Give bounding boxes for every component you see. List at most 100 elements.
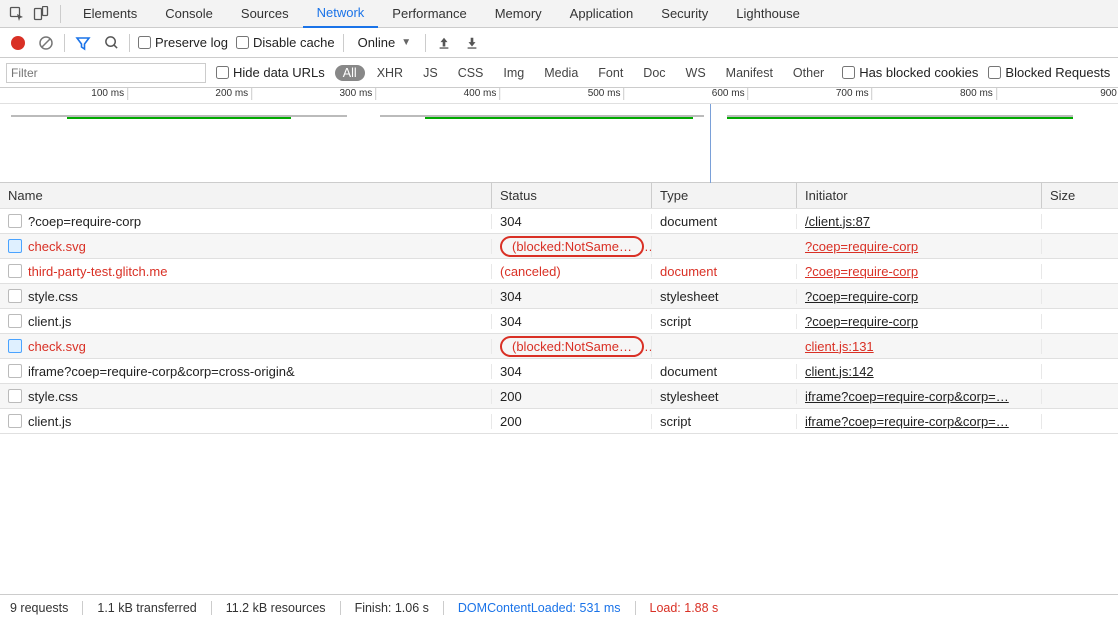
table-header: Name Status Type Initiator Size xyxy=(0,183,1118,209)
status-transferred: 1.1 kB transferred xyxy=(97,601,196,615)
filter-chip-xhr[interactable]: XHR xyxy=(369,65,411,81)
request-name: style.css xyxy=(28,389,78,404)
table-row[interactable]: style.css304stylesheet?coep=require-corp xyxy=(0,284,1118,309)
request-type: document xyxy=(652,264,797,279)
timeline-ticks: 100 ms200 ms300 ms400 ms500 ms600 ms700 … xyxy=(0,88,1118,104)
network-toolbar: Preserve log Disable cache Online ▼ xyxy=(0,28,1118,58)
col-size[interactable]: Size xyxy=(1042,183,1118,208)
initiator-link[interactable]: ?coep=require-corp xyxy=(805,239,918,254)
filter-toggle-icon[interactable] xyxy=(73,33,93,53)
timeline-tick: 400 ms xyxy=(464,88,497,99)
timeline-tick: 200 ms xyxy=(215,88,248,99)
table-row[interactable]: check.svg(blocked:NotSame…?coep=require-… xyxy=(0,234,1118,259)
tab-lighthouse[interactable]: Lighthouse xyxy=(722,0,814,28)
tab-performance[interactable]: Performance xyxy=(378,0,480,28)
table-row[interactable]: style.css200stylesheetiframe?coep=requir… xyxy=(0,384,1118,409)
blocked-requests-checkbox[interactable]: Blocked Requests xyxy=(988,65,1110,80)
request-status: 304 xyxy=(492,314,652,329)
preserve-log-label: Preserve log xyxy=(155,35,228,50)
hide-data-urls-label: Hide data URLs xyxy=(233,65,325,80)
type-filter-chips: AllXHRJSCSSImgMediaFontDoc WSManifestOthe… xyxy=(335,65,832,81)
separator xyxy=(64,34,65,52)
initiator-link[interactable]: client.js:142 xyxy=(805,364,874,379)
filter-input[interactable] xyxy=(6,63,206,83)
record-icon xyxy=(11,36,25,50)
clear-button[interactable] xyxy=(36,33,56,53)
document-file-icon xyxy=(8,314,22,328)
filter-chip-doc[interactable]: Doc xyxy=(635,65,673,81)
request-name: check.svg xyxy=(28,239,86,254)
table-row[interactable]: third-party-test.glitch.me(canceled)docu… xyxy=(0,259,1118,284)
initiator-link[interactable]: /client.js:87 xyxy=(805,214,870,229)
request-type: stylesheet xyxy=(652,389,797,404)
disable-cache-checkbox[interactable]: Disable cache xyxy=(236,35,335,50)
initiator-link[interactable]: ?coep=require-corp xyxy=(805,314,918,329)
col-name[interactable]: Name xyxy=(0,183,492,208)
throttling-dropdown[interactable]: Online ▼ xyxy=(352,33,417,52)
filter-chip-media[interactable]: Media xyxy=(536,65,586,81)
preserve-log-checkbox[interactable]: Preserve log xyxy=(138,35,228,50)
separator xyxy=(60,5,61,23)
initiator-link[interactable]: ?coep=require-corp xyxy=(805,264,918,279)
hide-data-urls-checkbox[interactable]: Hide data URLs xyxy=(216,65,325,80)
download-har-icon[interactable] xyxy=(462,33,482,53)
table-row[interactable]: client.js200scriptiframe?coep=require-co… xyxy=(0,409,1118,434)
upload-har-icon[interactable] xyxy=(434,33,454,53)
initiator-link[interactable]: iframe?coep=require-corp&corp=… xyxy=(805,414,1009,429)
timeline-overview[interactable]: 100 ms200 ms300 ms400 ms500 ms600 ms700 … xyxy=(0,88,1118,183)
tab-sources[interactable]: Sources xyxy=(227,0,303,28)
devtools-tabbar: ElementsConsoleSourcesNetworkPerformance… xyxy=(0,0,1118,28)
filter-chip-ws[interactable]: WS xyxy=(678,65,714,81)
status-finish: Finish: 1.06 s xyxy=(355,601,429,615)
search-icon[interactable] xyxy=(101,33,121,53)
filter-chip-css[interactable]: CSS xyxy=(450,65,492,81)
initiator-link[interactable]: ?coep=require-corp xyxy=(805,289,918,304)
table-row[interactable]: ?coep=require-corp304document/client.js:… xyxy=(0,209,1118,234)
request-name: client.js xyxy=(28,314,71,329)
filter-chip-all[interactable]: All xyxy=(335,65,365,81)
separator xyxy=(425,34,426,52)
request-name: client.js xyxy=(28,414,71,429)
status-load: Load: 1.88 s xyxy=(650,601,719,615)
tab-application[interactable]: Application xyxy=(556,0,648,28)
filter-bar: Hide data URLs AllXHRJSCSSImgMediaFontDo… xyxy=(0,58,1118,88)
col-type[interactable]: Type xyxy=(652,183,797,208)
tab-network[interactable]: Network xyxy=(303,0,379,28)
initiator-link[interactable]: iframe?coep=require-corp&corp=… xyxy=(805,389,1009,404)
col-status[interactable]: Status xyxy=(492,183,652,208)
filter-chip-img[interactable]: Img xyxy=(495,65,532,81)
filter-chip-manifest[interactable]: Manifest xyxy=(718,65,781,81)
tab-security[interactable]: Security xyxy=(647,0,722,28)
has-blocked-label: Has blocked cookies xyxy=(859,65,978,80)
table-row[interactable]: iframe?coep=require-corp&corp=cross-orig… xyxy=(0,359,1118,384)
initiator-link[interactable]: client.js:131 xyxy=(805,339,874,354)
table-row[interactable]: check.svg (blocked:NotSame… client.js:131 xyxy=(0,334,1118,359)
col-initiator[interactable]: Initiator xyxy=(797,183,1042,208)
tab-console[interactable]: Console xyxy=(151,0,227,28)
image-file-icon xyxy=(8,339,22,353)
requests-table: Name Status Type Initiator Size ?coep=re… xyxy=(0,183,1118,583)
has-blocked-cookies-checkbox[interactable]: Has blocked cookies xyxy=(842,65,978,80)
filter-chip-font[interactable]: Font xyxy=(590,65,631,81)
request-status: (blocked:NotSame… xyxy=(492,336,652,357)
timeline-tick: 500 ms xyxy=(588,88,621,99)
timeline-tick: 100 ms xyxy=(91,88,124,99)
inspect-element-icon[interactable] xyxy=(6,3,28,25)
record-button[interactable] xyxy=(8,33,28,53)
device-toolbar-icon[interactable] xyxy=(30,3,52,25)
filter-chip-other[interactable]: Other xyxy=(785,65,832,81)
request-name: check.svg xyxy=(28,339,86,354)
document-file-icon xyxy=(8,389,22,403)
filter-chip-js[interactable]: JS xyxy=(415,65,446,81)
blocked-req-label: Blocked Requests xyxy=(1005,65,1110,80)
request-status: 304 xyxy=(492,364,652,379)
request-type: document xyxy=(652,364,797,379)
table-row[interactable]: client.js304script?coep=require-corp xyxy=(0,309,1118,334)
tab-memory[interactable]: Memory xyxy=(481,0,556,28)
chevron-down-icon: ▼ xyxy=(401,37,411,48)
tab-elements[interactable]: Elements xyxy=(69,0,151,28)
document-file-icon xyxy=(8,289,22,303)
request-type: document xyxy=(652,214,797,229)
tabs-container: ElementsConsoleSourcesNetworkPerformance… xyxy=(69,0,814,28)
status-bar: 9 requests 1.1 kB transferred 11.2 kB re… xyxy=(0,594,1118,620)
